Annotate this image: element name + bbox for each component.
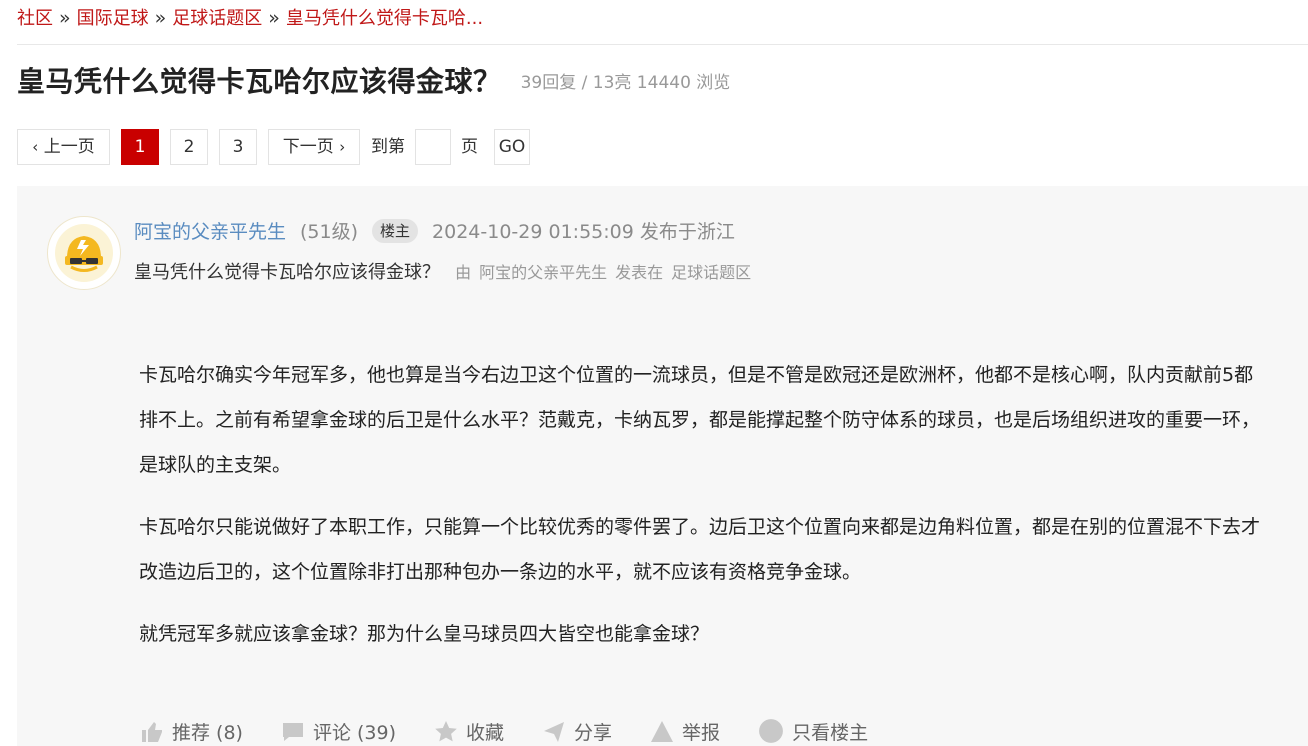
comment-label: 评论 (39) — [312, 722, 397, 744]
post-content: 卡瓦哈尔确实今年冠军多，他也算是当今右边卫这个位置的一流球员，但是不管是欧冠还是… — [139, 353, 1269, 674]
avatar[interactable] — [47, 216, 121, 290]
recommend-label: 推荐 (8) — [172, 722, 243, 744]
breadcrumb-separator: » — [268, 7, 280, 29]
author-name-link[interactable]: 阿宝的父亲平先生 — [134, 221, 286, 243]
report-label: 举报 — [682, 722, 721, 744]
favorite-label: 收藏 — [466, 722, 505, 744]
pagination: ‹ 上一页 1 2 3 下一页 › 到第 页 GO — [17, 129, 541, 165]
post-title: 皇马凭什么觉得卡瓦哈尔应该得金球？ — [134, 262, 440, 283]
post-paragraph: 卡瓦哈尔确实今年冠军多，他也算是当今右边卫这个位置的一流球员，但是不管是欧冠还是… — [139, 364, 1261, 476]
op-only-icon — [759, 719, 783, 743]
goto-prefix-label: 到第 — [371, 137, 405, 157]
comment-button[interactable]: 评论 (39) — [281, 718, 396, 745]
thread-title: 皇马凭什么觉得卡瓦哈尔应该得金球？ — [17, 65, 502, 98]
source-posted-label: 发表在 — [615, 263, 664, 282]
chevron-left-icon: ‹ — [32, 138, 39, 156]
breadcrumb-separator: » — [59, 7, 71, 29]
star-icon — [435, 721, 457, 742]
op-only-button[interactable]: 只看楼主 — [758, 718, 868, 745]
favorite-button[interactable]: 收藏 — [434, 718, 504, 745]
breadcrumb-current-thread[interactable]: 皇马凭什么觉得卡瓦哈... — [286, 8, 483, 29]
breadcrumb-community[interactable]: 社区 — [17, 8, 53, 29]
breadcrumb-international-football[interactable]: 国际足球 — [77, 8, 149, 29]
source-by-label: 由 — [455, 263, 472, 282]
breadcrumb: 社区» 国际足球» 足球话题区» 皇马凭什么觉得卡瓦哈... — [17, 4, 1308, 45]
thread-header: 皇马凭什么觉得卡瓦哈尔应该得金球？ 39回复 / 13亮 14440 浏览 — [17, 60, 730, 100]
post-author-line: 阿宝的父亲平先生 (51级) 楼主 2024-10-29 01:55:09 发布于浙江 — [134, 216, 735, 248]
go-button[interactable]: GO — [494, 129, 530, 165]
post-card: 阿宝的父亲平先生 (51级) 楼主 2024-10-29 01:55:09 发布于浙江 … — [17, 186, 1308, 746]
warning-icon — [651, 721, 674, 742]
op-badge: 楼主 — [372, 219, 419, 243]
source-author-link[interactable]: 阿宝的父亲平先生 — [479, 263, 607, 282]
source-board-link[interactable]: 足球话题区 — [671, 263, 751, 282]
post-timestamp: 2024-10-29 01:55:09 — [432, 221, 634, 243]
prev-page-button[interactable]: ‹ 上一页 — [17, 129, 110, 165]
post-paragraph: 卡瓦哈尔只能说做好了本职工作，只能算一个比较优秀的零件罢了。边后卫这个位置向来都… — [139, 516, 1261, 583]
post-subtitle-line: 皇马凭什么觉得卡瓦哈尔应该得金球？ 由阿宝的父亲平先生 发表在 足球话题区 — [134, 258, 759, 288]
prev-page-label: 上一页 — [43, 137, 95, 157]
share-label: 分享 — [574, 722, 613, 744]
avatar-icon — [55, 224, 113, 282]
thread-stats: 39回复 / 13亮 14440 浏览 — [520, 72, 731, 93]
chevron-right-icon: › — [339, 138, 346, 156]
breadcrumb-separator: » — [154, 7, 167, 29]
author-level: (51级) — [300, 221, 359, 243]
op-only-label: 只看楼主 — [792, 722, 869, 744]
share-button[interactable]: 分享 — [542, 718, 612, 745]
goto-page-input[interactable] — [415, 129, 451, 165]
post-source: 由阿宝的父亲平先生 发表在 足球话题区 — [455, 263, 759, 282]
post-paragraph: 就凭冠军多就应该拿金球？那为什么皇马球员四大皆空也能拿金球？ — [139, 623, 710, 645]
share-icon — [544, 722, 565, 742]
report-button[interactable]: 举报 — [650, 718, 720, 745]
goto-suffix-label: 页 — [461, 137, 478, 157]
post-actions: 推荐 (8) 评论 (39) 收藏 分享 举报 只看楼主 — [140, 718, 906, 745]
page-2-button[interactable]: 2 — [170, 129, 208, 165]
thumbs-up-icon — [142, 722, 162, 742]
post-location: 发布于浙江 — [639, 221, 735, 243]
next-page-label: 下一页 — [282, 137, 334, 157]
page-3-button[interactable]: 3 — [219, 129, 257, 165]
breadcrumb-football-topics[interactable]: 足球话题区 — [172, 8, 262, 29]
page-1-button[interactable]: 1 — [121, 129, 159, 165]
next-page-button[interactable]: 下一页 › — [268, 129, 360, 165]
comment-icon — [282, 723, 303, 741]
recommend-button[interactable]: 推荐 (8) — [140, 718, 243, 745]
